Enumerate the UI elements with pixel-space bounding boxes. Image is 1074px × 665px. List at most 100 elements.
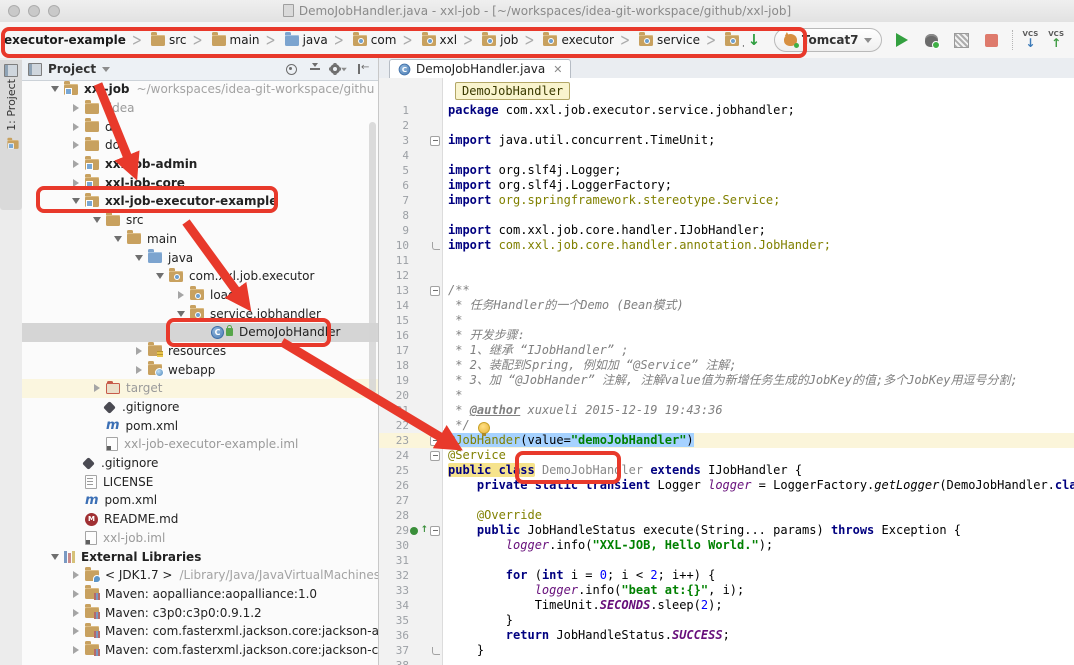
chevron-down-icon[interactable] (102, 67, 110, 72)
tree-item-license[interactable]: LICENSE (22, 472, 378, 491)
collapsed-arrow-icon[interactable] (69, 609, 82, 617)
editor-tab[interactable]: DemoJobHandler.java ✕ (389, 59, 571, 78)
expanded-arrow-icon[interactable] (69, 198, 82, 204)
expanded-arrow-icon[interactable] (48, 554, 61, 560)
tree-item-xxl-job-core[interactable]: xxl-job-core (22, 173, 378, 192)
tree-item-readme.md[interactable]: README.md (22, 510, 378, 529)
fold-collapse-icon[interactable] (430, 526, 440, 536)
fold-collapse-icon[interactable] (430, 136, 440, 146)
breadcrumb-item-src[interactable]: src (146, 31, 189, 49)
code-text: logger.info("beat at:{}", i); (443, 583, 744, 598)
tree-item-java[interactable]: java (22, 248, 378, 267)
update-project-button[interactable]: ↓ (744, 30, 764, 50)
line-number: 4 (379, 148, 409, 163)
breadcrumb-item-jobhandler[interactable]: jobhandler (720, 31, 744, 49)
tree-item-pom.xml[interactable]: pom.xml (22, 491, 378, 510)
tomcat-icon (784, 34, 797, 46)
code-editor[interactable]: DemoJobHandler 1package com.xxl.job.exec… (379, 78, 1074, 665)
collapsed-arrow-icon[interactable] (132, 366, 145, 374)
tree-item-service.jobhandler[interactable]: service.jobhandler (22, 304, 378, 323)
hide-panel-button[interactable] (354, 60, 372, 78)
tree-item-doc[interactable]: doc (22, 136, 378, 155)
tree-item-src[interactable]: src (22, 211, 378, 230)
intention-bulb-icon[interactable] (478, 422, 490, 434)
tree-item-maven-aopalliance-aopalliance-1.0[interactable]: Maven: aopalliance:aopalliance:1.0 (22, 585, 378, 604)
run-configuration-select[interactable]: Tomcat7 (774, 28, 882, 52)
tree-item-xxl-job[interactable]: xxl-job~/workspaces/idea-git-workspace/g… (22, 80, 378, 99)
tree-item-maven-com.fasterxml.jackson.core-jackson-co[interactable]: Maven: com.fasterxml.jackson.core:jackso… (22, 641, 378, 660)
tree-item-demojobhandler[interactable]: DemoJobHandler (22, 323, 378, 342)
breadcrumb-item-java[interactable]: java (280, 31, 330, 49)
line-number: 10 (379, 238, 409, 253)
breadcrumb-item-service[interactable]: service (634, 31, 702, 49)
tree-item-db[interactable]: db (22, 117, 378, 136)
fold-collapse-icon[interactable] (430, 451, 440, 461)
gutter-cell (409, 508, 443, 523)
collapsed-arrow-icon[interactable] (90, 384, 103, 392)
breadcrumb-item-com[interactable]: com (348, 31, 399, 49)
vcs-update-button[interactable]: VCS↓ (1023, 31, 1039, 49)
collapse-all-button[interactable] (306, 60, 324, 78)
expanded-arrow-icon[interactable] (90, 217, 103, 223)
collapsed-arrow-icon[interactable] (69, 590, 82, 598)
tree-item-.idea[interactable]: .idea (22, 99, 378, 118)
locate-file-button[interactable] (282, 60, 300, 78)
override-method-icon[interactable] (410, 527, 418, 535)
expanded-arrow-icon[interactable] (48, 86, 61, 92)
collapsed-arrow-icon[interactable] (69, 627, 82, 635)
tree-item-.gitignore[interactable]: .gitignore (22, 398, 378, 417)
tree-item-xxl-job-executor-example.iml[interactable]: xxl-job-executor-example.iml (22, 435, 378, 454)
iml-icon (106, 437, 118, 451)
collapsed-arrow-icon[interactable] (69, 141, 82, 149)
collapsed-arrow-icon[interactable] (132, 347, 145, 355)
gutter-cell (409, 388, 443, 403)
breadcrumb-item-executor-example[interactable]: executor-example (2, 31, 128, 49)
breadcrumb-item-job[interactable]: job (477, 31, 520, 49)
project-tool-window-tab[interactable]: 1: Project (0, 60, 22, 210)
fold-collapse-icon[interactable] (430, 286, 440, 296)
tree-item-resources[interactable]: resources (22, 342, 378, 361)
collapsed-arrow-icon[interactable] (69, 123, 82, 131)
coverage-button[interactable] (952, 30, 972, 50)
close-tab-icon[interactable]: ✕ (553, 63, 562, 76)
breadcrumb-item-executor[interactable]: executor (538, 31, 615, 49)
stop-button[interactable] (982, 30, 1002, 50)
tree-item-xxl-job.iml[interactable]: xxl-job.iml (22, 529, 378, 548)
code-line-37: 37 } (379, 643, 1074, 658)
vcs-commit-button[interactable]: VCS↑ (1048, 31, 1064, 49)
expanded-arrow-icon[interactable] (174, 311, 187, 317)
tree-item-.gitignore[interactable]: .gitignore (22, 454, 378, 473)
expanded-arrow-icon[interactable] (111, 236, 124, 242)
breadcrumb-item-main[interactable]: main (207, 31, 262, 49)
collapsed-arrow-icon[interactable] (69, 160, 82, 168)
tree-item-external-libraries[interactable]: External Libraries (22, 547, 378, 566)
tree-scrollbar[interactable] (369, 122, 376, 394)
run-button[interactable] (892, 30, 912, 50)
tree-item-main[interactable]: main (22, 230, 378, 249)
tree-item-xxl-job-executor-example[interactable]: xxl-job-executor-example (22, 192, 378, 211)
expanded-arrow-icon[interactable] (132, 255, 145, 261)
fold-collapse-icon[interactable] (430, 436, 440, 446)
collapsed-arrow-icon[interactable] (69, 646, 82, 654)
settings-button[interactable] (330, 60, 348, 78)
toolbar-separator (1012, 30, 1013, 50)
tree-item-maven-com.fasterxml.jackson.core-jackson-an[interactable]: Maven: com.fasterxml.jackson.core:jackso… (22, 622, 378, 641)
code-text: package com.xxl.job.executor.service.job… (443, 103, 795, 118)
line-number: 16 (379, 328, 409, 343)
debug-button[interactable] (922, 30, 942, 50)
class-icon (211, 326, 224, 339)
tree-item--jdk1.7-[interactable]: < JDK1.7 >/Library/Java/JavaVirtualMachi… (22, 566, 378, 585)
collapsed-arrow-icon[interactable] (69, 104, 82, 112)
collapsed-arrow-icon[interactable] (174, 291, 187, 299)
collapsed-arrow-icon[interactable] (69, 571, 82, 579)
breadcrumb-item-xxl[interactable]: xxl (417, 31, 460, 49)
tree-item-loader[interactable]: loader (22, 286, 378, 305)
tree-item-target[interactable]: target (22, 379, 378, 398)
tree-item-maven-c3p0-c3p0-0.9.1.2[interactable]: Maven: c3p0:c3p0:0.9.1.2 (22, 603, 378, 622)
collapsed-arrow-icon[interactable] (69, 179, 82, 187)
tree-item-xxl-job-admin[interactable]: xxl-job-admin (22, 155, 378, 174)
tree-item-pom.xml[interactable]: pom.xml (22, 416, 378, 435)
tree-item-webapp[interactable]: webapp (22, 360, 378, 379)
tree-item-com.xxl.job.executor[interactable]: com.xxl.job.executor (22, 267, 378, 286)
expanded-arrow-icon[interactable] (153, 273, 166, 279)
